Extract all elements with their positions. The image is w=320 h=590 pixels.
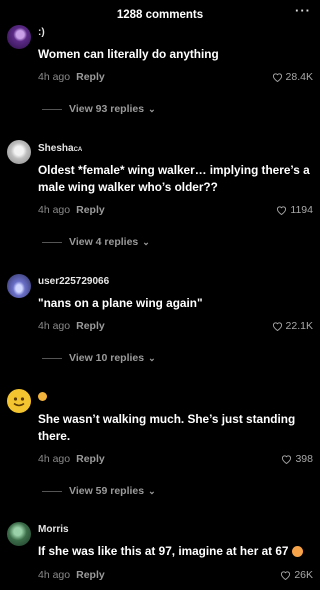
comment-username[interactable]: Morris [38,524,69,535]
comment-text: Women can literally do anything [38,47,219,61]
avatar[interactable] [7,389,31,413]
chevron-down-icon: ⌄ [142,236,150,247]
comment-username-text: Shesha [38,143,74,154]
comments-count-title: 1288 comments [116,9,204,21]
comment-text: If she was like this at 97, imagine at h… [38,543,313,560]
smiley-face-icon [13,397,25,407]
like-count: 398 [295,453,313,465]
like-button[interactable]: 22.1K [272,320,313,332]
comment-username[interactable]: SheshaCA [38,143,82,154]
chevron-down-icon: ⌄ [148,485,156,496]
avatar[interactable] [7,140,31,164]
divider-line [42,108,62,110]
view-replies-label: View 4 replies [69,236,139,248]
comment-time: 4h ago [38,71,71,83]
username-suffix: CA [73,147,83,153]
view-replies-label: View 10 replies [69,352,145,364]
avatar[interactable] [7,522,31,546]
like-button[interactable]: 398 [281,453,313,465]
view-replies-button[interactable]: View 59 replies ⌄ [42,485,156,497]
comment-username[interactable] [38,391,47,402]
comment-username[interactable]: user225729066 [38,276,109,287]
comment-time: 4h ago [38,569,71,581]
face-emoji [38,391,47,401]
heart-icon [281,571,291,580]
comment-text: She wasn’t walking much. She’s just stan… [38,412,296,443]
chevron-down-icon: ⌄ [148,352,156,363]
reply-button[interactable]: Reply [76,569,105,581]
reply-button[interactable]: Reply [76,71,105,83]
like-button[interactable]: 1194 [276,204,313,216]
divider-line [42,490,62,492]
flushed-face-emoji [291,546,303,558]
divider-line [42,357,62,359]
heart-icon [282,455,292,464]
like-button[interactable]: 26K [280,569,313,581]
avatar[interactable] [7,274,31,298]
divider-line [42,241,62,243]
comment-time: 4h ago [38,204,71,216]
avatar[interactable] [7,25,31,49]
like-count: 22.1K [285,320,313,332]
like-count: 28.4K [285,71,313,83]
heart-icon [272,322,282,331]
like-button[interactable]: 28.4K [272,71,313,83]
comment-time: 4h ago [38,320,71,332]
view-replies-button[interactable]: View 93 replies ⌄ [42,103,156,115]
like-count: 1194 [290,204,313,216]
reply-button[interactable]: Reply [76,453,105,465]
reply-button[interactable]: Reply [76,204,105,216]
view-replies-label: View 93 replies [69,103,145,115]
view-replies-button[interactable]: View 10 replies ⌄ [42,352,156,364]
comment-text: Oldest *female* wing walker… implying th… [38,163,310,194]
comment-time: 4h ago [38,453,71,465]
comment-meta: 4h ago Reply [38,453,105,465]
reply-button[interactable]: Reply [76,320,105,332]
comment-meta: 4h ago Reply [38,320,105,332]
comment-meta: 4h ago Reply [38,71,105,83]
comment-meta: 4h ago Reply [38,204,105,216]
heart-icon [272,73,282,82]
comment-username[interactable]: :) [38,27,45,38]
comment-text-content: If she was like this at 97, imagine at h… [38,544,289,558]
chevron-down-icon: ⌄ [148,103,156,114]
like-count: 26K [294,569,313,581]
comment-text: "nans on a plane wing again" [38,296,203,310]
heart-icon [277,206,287,215]
more-horizontal-icon[interactable]: ··· [295,3,311,18]
comment-meta: 4h ago Reply [38,569,105,581]
view-replies-button[interactable]: View 4 replies ⌄ [42,236,150,248]
view-replies-label: View 59 replies [69,485,145,497]
